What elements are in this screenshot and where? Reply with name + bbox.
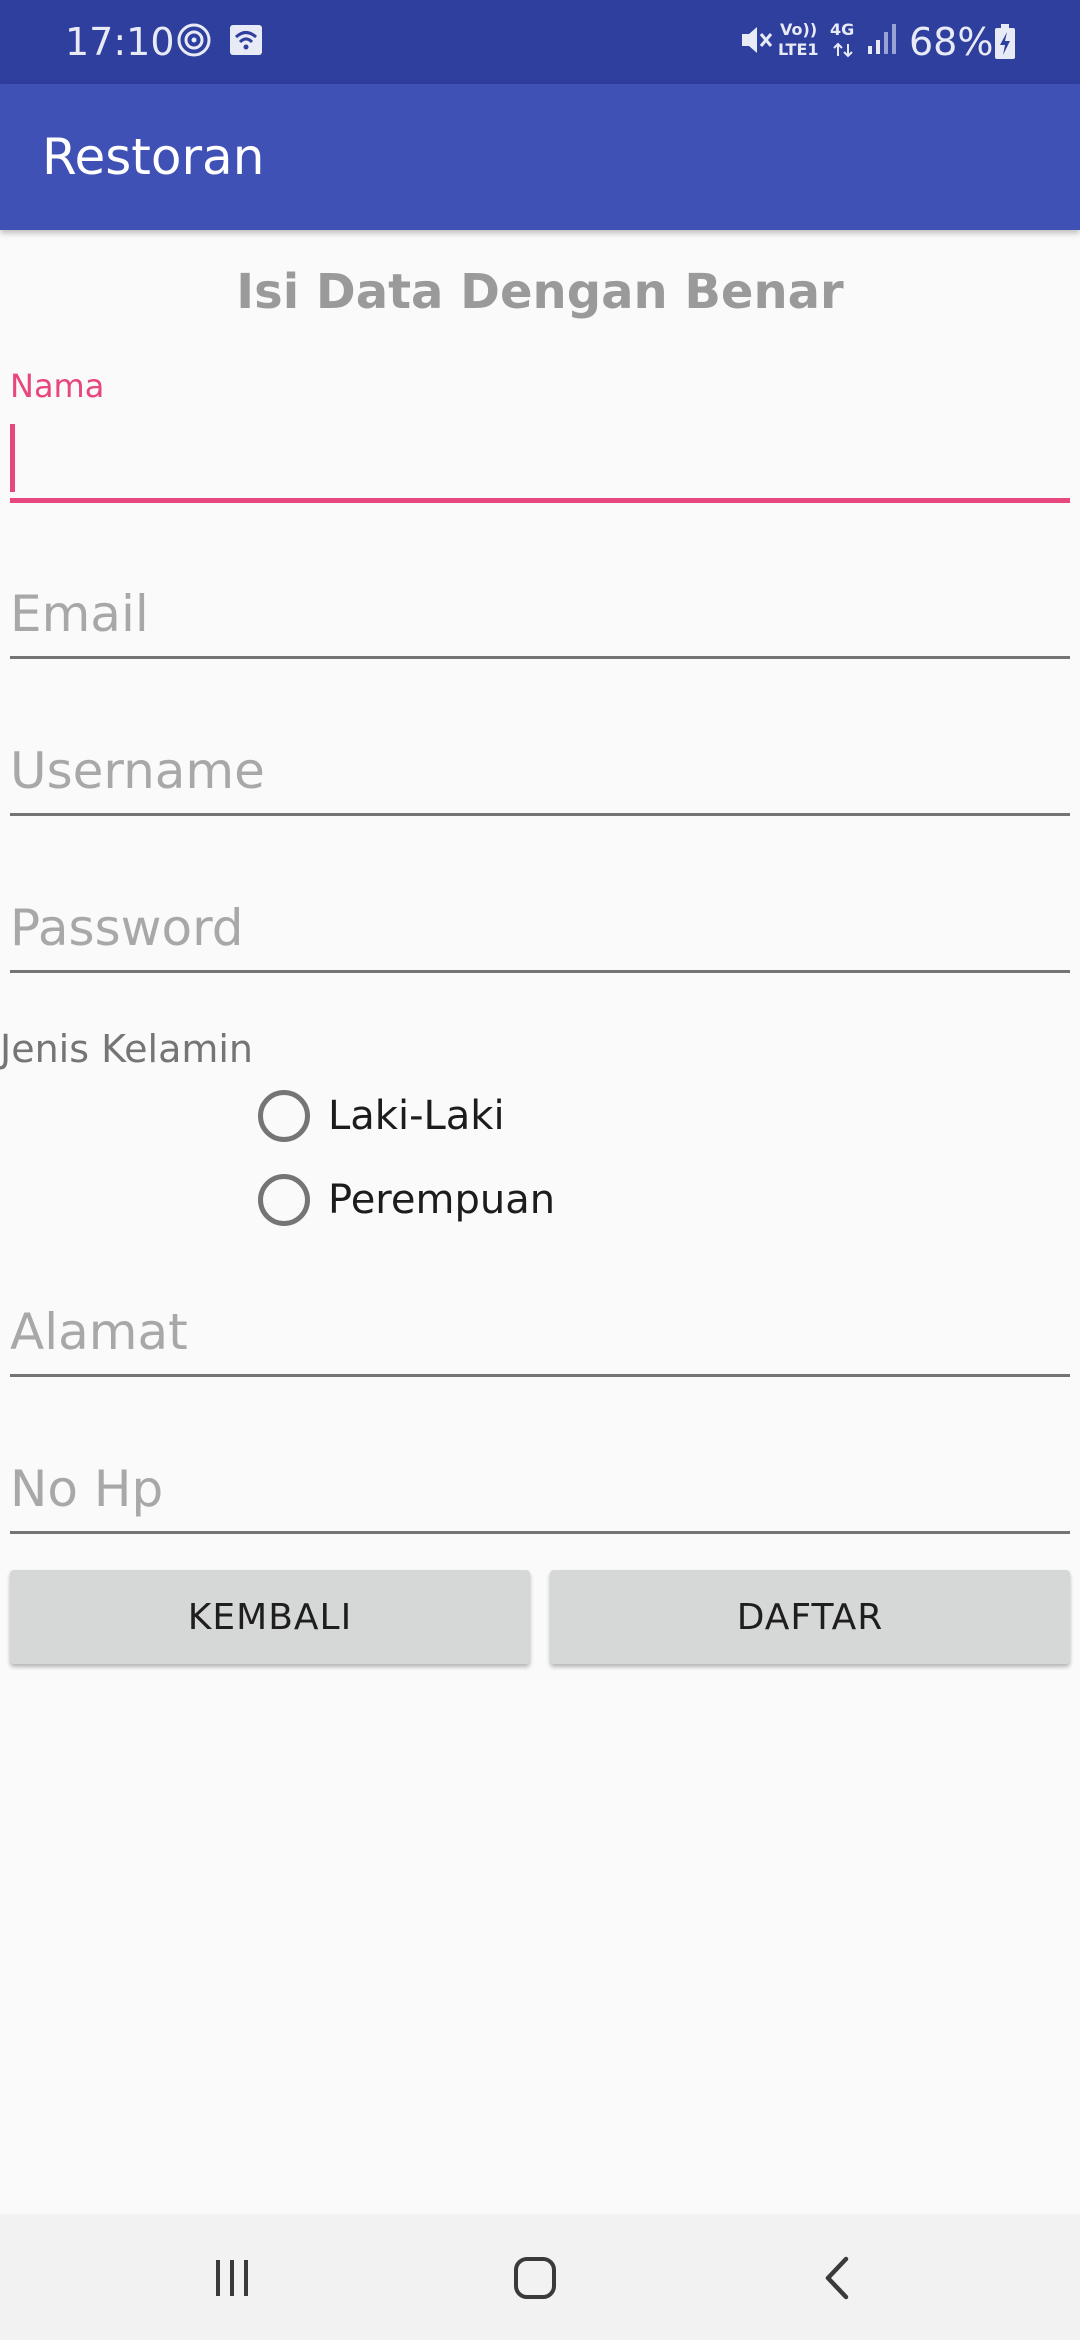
home-icon[interactable]	[475, 2236, 595, 2320]
nohp-input[interactable]	[10, 1449, 1070, 1529]
alamat-input[interactable]	[10, 1292, 1070, 1372]
status-time: 17:10	[65, 20, 175, 64]
recent-apps-icon[interactable]	[172, 2236, 292, 2320]
radio-laki-laki[interactable]: Laki-Laki	[258, 1086, 505, 1146]
volte-icon: Vo))	[780, 20, 818, 39]
data-arrows-icon	[832, 42, 854, 62]
back-icon[interactable]	[778, 2236, 898, 2320]
app-bar: Restoran	[0, 84, 1080, 230]
radio-label: Laki-Laki	[328, 1093, 505, 1139]
nama-label: Nama	[10, 367, 105, 405]
battery-charging-icon	[994, 24, 1016, 64]
username-input[interactable]	[10, 731, 1070, 811]
battery-percent: 68%	[909, 20, 994, 64]
alamat-field[interactable]	[10, 1292, 1070, 1378]
password-field[interactable]	[10, 888, 1070, 974]
wifi-screen-icon	[228, 22, 264, 62]
kembali-button[interactable]: KEMBALI	[10, 1570, 530, 1664]
radio-button-unchecked[interactable]	[258, 1090, 310, 1142]
email-input[interactable]	[10, 574, 1070, 654]
password-underline	[10, 970, 1070, 973]
nama-underline	[10, 498, 1070, 503]
email-field[interactable]	[10, 574, 1070, 660]
nama-field[interactable]: Nama	[10, 366, 1070, 506]
data-4g-icon: 4G	[830, 20, 855, 39]
radio-label: Perempuan	[328, 1177, 556, 1223]
password-input[interactable]	[10, 888, 1070, 968]
navigation-bar	[0, 2214, 1080, 2340]
mute-icon	[738, 22, 774, 62]
daftar-button[interactable]: DAFTAR	[550, 1570, 1070, 1664]
app-title: Restoran	[42, 128, 265, 186]
form-heading: Isi Data Dengan Benar	[236, 264, 844, 320]
sync-icon	[176, 22, 212, 62]
nohp-field[interactable]	[10, 1449, 1070, 1535]
nohp-underline	[10, 1531, 1070, 1534]
gender-label: Jenis Kelamin	[0, 1027, 254, 1071]
lte-label: LTE1	[778, 40, 819, 59]
nama-input[interactable]	[10, 414, 1070, 494]
radio-button-unchecked[interactable]	[258, 1174, 310, 1226]
email-underline	[10, 656, 1070, 659]
username-field[interactable]	[10, 731, 1070, 817]
alamat-underline	[10, 1374, 1070, 1377]
radio-perempuan[interactable]: Perempuan	[258, 1170, 555, 1230]
username-underline	[10, 813, 1070, 816]
status-bar: 17:10 Vo)) LTE1 4G 68%	[0, 0, 1080, 84]
signal-icon	[866, 22, 900, 60]
